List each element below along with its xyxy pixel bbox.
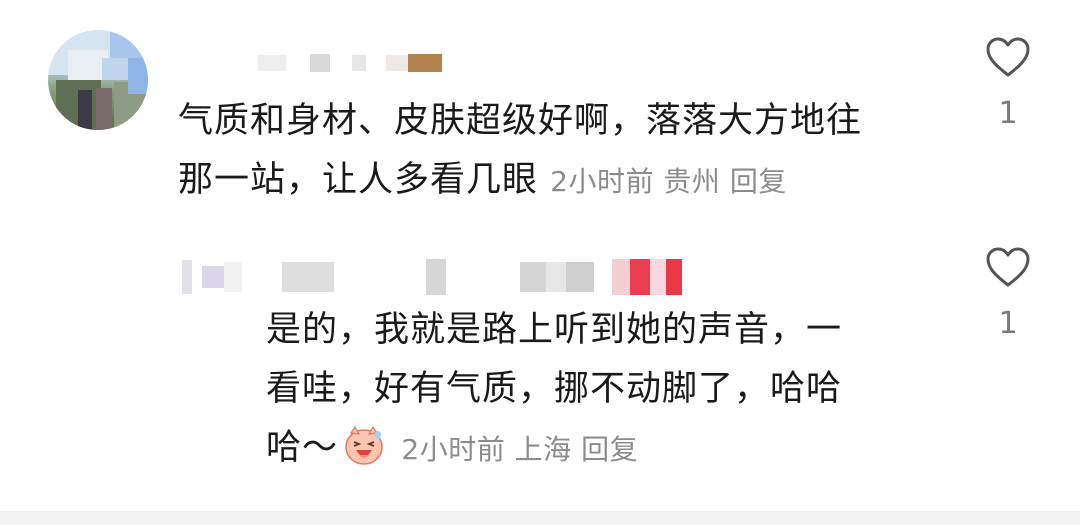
comment-line: 气质和身材、皮肤超级好啊，落落大方地往 (178, 101, 863, 141)
reply-button[interactable]: 回复 (581, 433, 638, 466)
comment-time: 2小时前 (550, 165, 654, 198)
reply-button[interactable]: 回复 (730, 165, 787, 198)
masked-username (182, 258, 682, 296)
comment-location: 上海 (514, 433, 572, 466)
like-count: 1 (998, 96, 1018, 131)
heart-outline-icon (986, 247, 1030, 287)
comment-line: 看哇，好有气质，挪不动脚了，哈哈 (266, 369, 843, 409)
like-button[interactable] (980, 246, 1036, 288)
comment-location: 贵州 (663, 165, 721, 198)
comment-meta: 2小时前 上海 回复 (392, 433, 638, 466)
comment-body: 气质和身材、皮肤超级好啊，落落大方地往 那一站，让人多看几眼 2小时前 贵州 回… (178, 92, 862, 211)
laughing-pig-emoji (345, 425, 383, 465)
comment-meta: 2小时前 贵州 回复 (550, 165, 787, 198)
masked-username (258, 52, 442, 74)
comment-line-text: 哈～ (266, 428, 339, 468)
like-button[interactable] (980, 36, 1036, 78)
comment-line-text: 那一站，让人多看几眼 (178, 160, 539, 200)
avatar[interactable] (48, 30, 148, 130)
comment-line: 那一站，让人多看几眼 2小时前 贵州 回复 (178, 151, 862, 211)
heart-outline-icon (986, 37, 1030, 77)
comment-line: 哈～ 2小时前 上海 回复 (266, 419, 842, 479)
divider (0, 511, 1080, 525)
comment-time: 2小时前 (401, 433, 506, 466)
comment-line: 是的，我就是路上听到她的声音，一 (266, 310, 843, 350)
like-count: 1 (998, 306, 1018, 341)
reply-body: 是的，我就是路上听到她的声音，一 看哇，好有气质，挪不动脚了，哈哈 哈～ 2小时… (266, 301, 842, 479)
